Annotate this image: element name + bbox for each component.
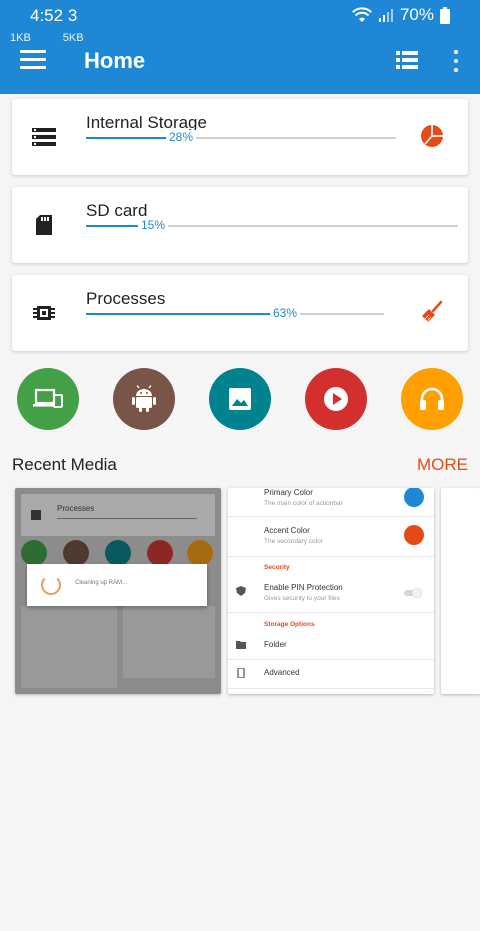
category-videos[interactable] xyxy=(305,368,367,430)
recent-media-thumbnail[interactable]: Primary Color The main color of actionba… xyxy=(228,488,434,694)
category-apps[interactable] xyxy=(113,368,175,430)
list-view-icon[interactable] xyxy=(396,51,418,69)
headphones-icon xyxy=(420,387,444,410)
recent-media-thumbnail[interactable] xyxy=(441,488,480,694)
recent-media-thumbnail[interactable]: Processes Cleaning up RAM... xyxy=(15,488,221,694)
recent-media-heading: Recent Media xyxy=(12,455,117,474)
shield-icon xyxy=(236,586,246,596)
broom-icon[interactable] xyxy=(420,300,444,324)
cpu-chip-icon xyxy=(33,306,55,320)
sd-card-card[interactable]: SD card 15% xyxy=(12,187,468,263)
storage-icon xyxy=(32,128,56,146)
sd-card-percent: 15% xyxy=(138,218,169,232)
status-right: 70% xyxy=(352,5,450,25)
wifi-icon xyxy=(352,7,372,22)
image-icon xyxy=(229,388,251,410)
storage-percent: 28% xyxy=(166,130,197,144)
page-title: Home xyxy=(84,48,146,73)
hamburger-icon[interactable] xyxy=(20,50,46,72)
category-images[interactable] xyxy=(209,368,271,430)
more-link[interactable]: MORE xyxy=(417,455,468,475)
status-time: 4:52 3 xyxy=(30,6,78,25)
android-icon xyxy=(132,385,156,412)
processes-card[interactable]: Processes 63% xyxy=(12,275,468,351)
app-bar: 4:52 3 70% 1KB 5KB Home xyxy=(0,0,480,94)
phone-icon xyxy=(237,668,245,678)
processes-label: Processes xyxy=(86,289,166,308)
folder-icon xyxy=(236,641,246,649)
category-devices[interactable] xyxy=(17,368,79,430)
pie-chart-icon[interactable] xyxy=(420,124,444,148)
devices-icon xyxy=(33,388,63,408)
more-vert-icon[interactable] xyxy=(452,50,460,72)
processes-progress xyxy=(86,313,384,315)
play-icon xyxy=(324,387,348,411)
sd-card-icon xyxy=(36,215,52,235)
battery-level: 70% xyxy=(399,5,434,24)
storage-progress xyxy=(86,137,396,139)
thumb-processes-card: Processes xyxy=(21,494,215,536)
internal-storage-card[interactable]: Internal Storage 28% xyxy=(12,99,468,175)
network-speed: 1KB 5KB xyxy=(10,32,84,44)
battery-icon xyxy=(440,6,450,24)
category-audio[interactable] xyxy=(401,368,463,430)
processes-percent: 63% xyxy=(270,306,301,320)
thumb-cleaning-dialog: Cleaning up RAM... xyxy=(27,564,207,606)
signal-icon xyxy=(378,9,393,22)
